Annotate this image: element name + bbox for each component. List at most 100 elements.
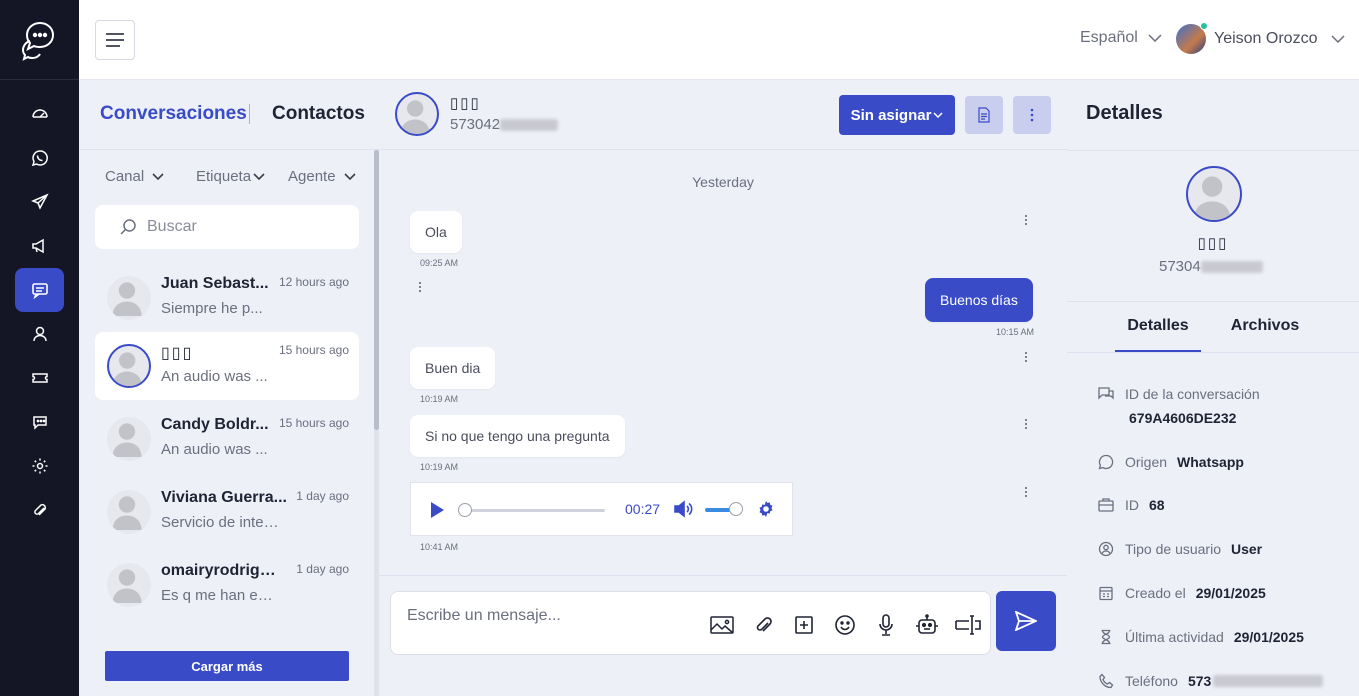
emoji-button[interactable] — [832, 612, 858, 638]
template-button[interactable] — [791, 612, 817, 638]
message-preview: Siempre he p... — [161, 300, 263, 317]
chevron-down-icon — [152, 173, 164, 180]
message-composer: Escribe un mensaje... — [379, 575, 1067, 696]
attach-button[interactable] — [750, 612, 776, 638]
conversation-item[interactable]: Candy Boldr... An audio was ... 15 hours… — [95, 405, 359, 473]
chat-bubble-icon — [32, 416, 47, 430]
user-menu[interactable]: Yeison Orozco — [1176, 22, 1345, 54]
contact-summary: ▯▯▯ 57304 — [1067, 150, 1359, 302]
campaigns-nav[interactable] — [15, 224, 64, 268]
notes-button[interactable] — [965, 96, 1003, 134]
message-options-icon[interactable] — [1021, 417, 1031, 431]
audio-progress-knob[interactable] — [458, 503, 472, 517]
record-audio-button[interactable] — [873, 612, 899, 638]
tab-details[interactable]: Detalles — [1115, 317, 1201, 352]
conversation-list-panel: Conversaciones Contactos Canal Etiqueta … — [79, 80, 379, 696]
search-icon — [120, 219, 136, 235]
tab-conversations[interactable]: Conversaciones — [100, 103, 247, 125]
dashboard-nav[interactable] — [15, 92, 64, 136]
chevron-down-icon — [933, 112, 943, 118]
origin-row: Origen Whatsapp — [1097, 453, 1244, 471]
paperclip-icon — [756, 617, 772, 632]
gear-icon[interactable] — [757, 500, 775, 518]
volume-slider-knob[interactable] — [729, 502, 743, 516]
phone-visible-part: 573042 — [450, 116, 501, 133]
tab-contacts[interactable]: Contactos — [272, 103, 365, 125]
attachments-nav[interactable] — [15, 488, 64, 532]
search-input[interactable]: Buscar — [95, 205, 359, 249]
plus-square-icon — [795, 616, 813, 634]
send-icon — [1015, 611, 1037, 631]
more-vertical-icon — [1030, 108, 1034, 122]
conversation-id-value: 679A4606DE232 — [1129, 410, 1237, 426]
conversation-item[interactable]: omairyrodrigu... Es q me han est... 1 da… — [95, 551, 359, 619]
chevron-down-icon — [1148, 34, 1162, 42]
id-card-icon — [1097, 496, 1115, 514]
contact-avatar — [107, 563, 151, 607]
message-options-icon[interactable] — [1021, 213, 1031, 227]
tab-divider — [249, 104, 250, 124]
filter-label: Etiqueta — [196, 168, 252, 185]
filter-label: Agente — [288, 168, 336, 185]
conversation-item[interactable]: Viviana Guerra... Servicio de inter... 1… — [95, 478, 359, 546]
phone-label: Teléfono — [1125, 673, 1178, 689]
default-avatar-icon — [1193, 176, 1231, 220]
message-options-icon[interactable] — [415, 280, 425, 294]
origin-value: Whatsapp — [1177, 454, 1244, 470]
created-value: 29/01/2025 — [1195, 585, 1266, 601]
conversations-nav[interactable] — [15, 268, 64, 312]
settings-nav[interactable] — [15, 444, 64, 488]
user-type-label: Tipo de usuario — [1125, 541, 1221, 557]
contact-avatar — [107, 417, 151, 461]
conversation-id-label: ID de la conversación — [1125, 386, 1260, 402]
tag-filter[interactable]: Etiqueta — [196, 168, 265, 185]
contact-name: Juan Sebast... — [161, 275, 269, 292]
message-preview: An audio was ... — [161, 368, 268, 385]
message-time: 10:19 AM — [420, 394, 459, 404]
chat-logo-icon — [21, 21, 54, 61]
default-avatar-icon — [112, 352, 142, 386]
conversation-id-row: ID de la conversación — [1097, 385, 1260, 403]
conversation-item-selected[interactable]: ▯▯▯ An audio was ... 15 hours ago — [95, 332, 359, 400]
language-selector[interactable]: Español — [1080, 29, 1162, 47]
tab-files[interactable]: Archivos — [1227, 317, 1303, 335]
contact-name: ▯▯▯ — [161, 345, 194, 362]
id-row: ID 68 — [1097, 496, 1165, 514]
load-more-button[interactable]: Cargar más — [105, 651, 349, 681]
details-contact-phone: 57304 — [1159, 258, 1263, 275]
megaphone-icon — [31, 238, 44, 254]
hourglass-icon — [1097, 628, 1115, 646]
default-avatar-icon — [400, 100, 430, 134]
volume-icon[interactable] — [673, 500, 693, 518]
left-rail — [0, 0, 79, 696]
image-button[interactable] — [709, 612, 735, 638]
incoming-message: Ola — [410, 211, 462, 253]
assign-agent-button[interactable]: Sin asignar — [839, 95, 955, 135]
message-options-icon[interactable] — [1021, 350, 1031, 364]
more-options-button[interactable] — [1013, 96, 1051, 134]
ticket-icon — [31, 373, 48, 383]
details-contact-name: ▯▯▯ — [1197, 235, 1229, 252]
agent-filter[interactable]: Agente — [288, 168, 356, 185]
send-nav[interactable] — [15, 180, 64, 224]
menu-toggle-button[interactable] — [95, 20, 135, 60]
message-options-icon[interactable] — [1021, 485, 1031, 499]
conversation-item[interactable]: Juan Sebast... Siempre he p... 12 hours … — [95, 264, 359, 332]
bot-button[interactable] — [914, 612, 940, 638]
play-icon[interactable] — [429, 501, 445, 519]
message-time: 10:19 AM — [420, 462, 459, 472]
channel-filter[interactable]: Canal — [105, 168, 164, 185]
whatsapp-nav[interactable] — [15, 136, 64, 180]
tickets-nav[interactable] — [15, 356, 64, 400]
app-logo[interactable] — [0, 0, 79, 80]
user-name: Yeison Orozco — [1214, 30, 1318, 47]
contacts-nav[interactable] — [15, 312, 64, 356]
send-button[interactable] — [996, 591, 1056, 651]
message-input[interactable]: Escribe un mensaje... — [390, 591, 991, 655]
bot-chat-nav[interactable] — [15, 400, 64, 444]
quick-reply-button[interactable] — [955, 612, 981, 638]
chevron-down-icon — [253, 173, 265, 180]
user-type-row: Tipo de usuario User — [1097, 540, 1262, 558]
audio-progress-track[interactable] — [465, 509, 605, 512]
app-root: Español Yeison Orozco Conversaciones Con… — [0, 0, 1359, 696]
